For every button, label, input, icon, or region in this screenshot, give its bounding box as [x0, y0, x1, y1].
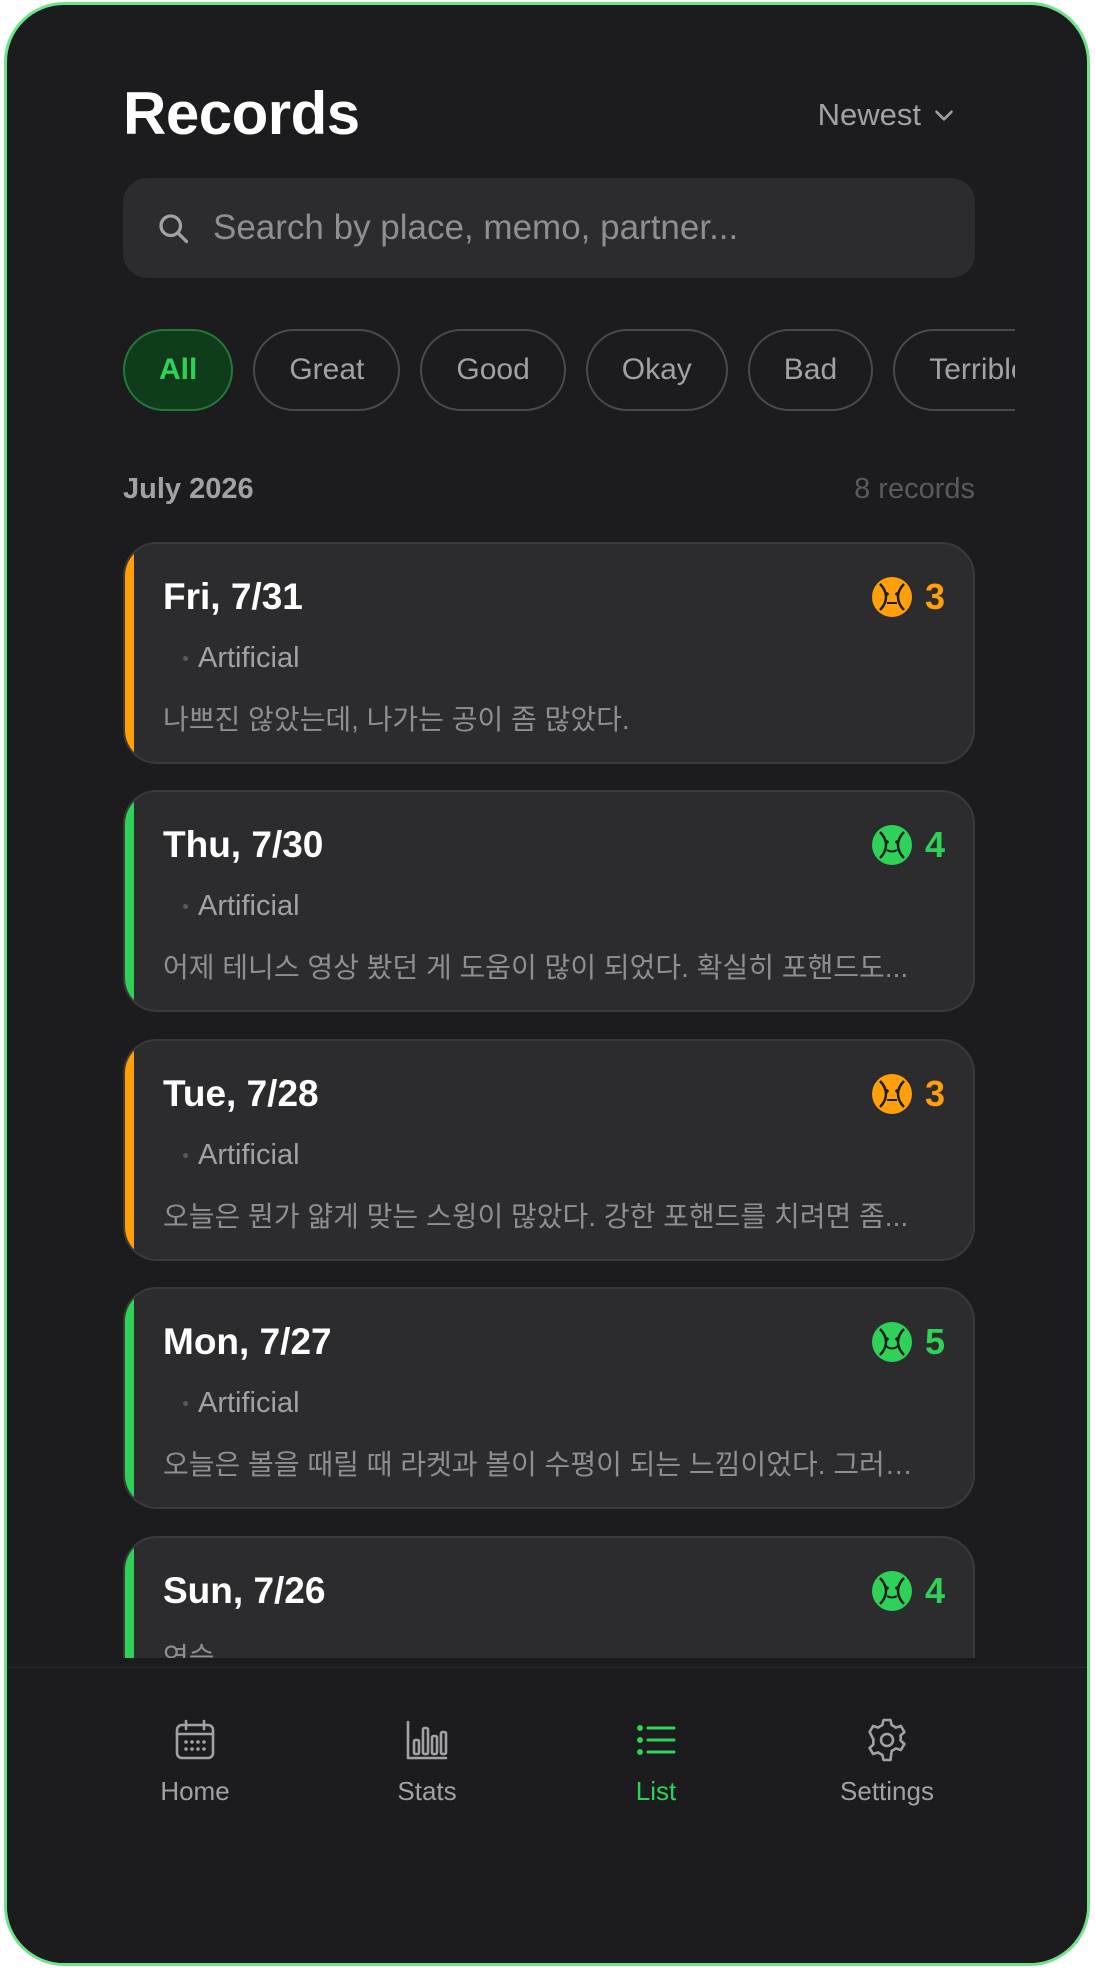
app-screen: Records Newest All Great Good Okay Bad T…: [4, 2, 1090, 1966]
month-label: July 2026: [123, 473, 254, 505]
filter-chip-label: Terrible: [929, 353, 1015, 386]
separator-dot: [183, 904, 188, 909]
tab-label: List: [635, 1776, 677, 1806]
page-title: Records: [123, 80, 360, 147]
filter-chip-terrible[interactable]: Terrible: [893, 329, 1015, 411]
search-icon: [159, 214, 189, 244]
record-memo: 오늘은 뭔가 얇게 맞는 스윙이 많았다. 강한 포핸드를 치려면 좀...: [163, 1201, 909, 1232]
surface-label: Artificial: [198, 642, 300, 674]
record-card[interactable]: Sun, 7/26 4 연습: [123, 1536, 975, 1658]
tab-settings[interactable]: Settings: [797, 1716, 977, 1807]
search-input[interactable]: [213, 208, 975, 248]
list-icon: [637, 1725, 676, 1755]
rating-badge: 4: [871, 824, 945, 866]
header: Records Newest: [123, 79, 975, 149]
tennis-ball-icon: [871, 577, 912, 617]
record-memo: 나쁘진 않았는데, 나가는 공이 좀 많았다.: [163, 704, 630, 735]
record-card[interactable]: Mon, 7/27 5 Artificial 오늘은 볼을 때릴 때 라켓과 볼…: [123, 1287, 975, 1509]
record-memo: 오늘은 볼을 때릴 때 라켓과 볼이 수평이 되는 느낌이었다. 그러다가...: [163, 1449, 933, 1480]
rating-badge: 3: [871, 576, 945, 618]
calendar-icon: [175, 1719, 215, 1760]
rating-badge: 3: [871, 1073, 945, 1115]
separator-dot: [183, 656, 188, 661]
tennis-ball-icon: [871, 1571, 912, 1611]
tennis-ball-icon: [871, 1074, 912, 1114]
separator-dot: [183, 1153, 188, 1158]
tennis-ball-icon: [871, 825, 912, 865]
filter-chip-all[interactable]: All: [123, 329, 234, 411]
court-surface: Artificial: [183, 1387, 300, 1420]
record-date: Thu, 7/30: [163, 824, 324, 865]
surface-label: Artificial: [198, 1387, 300, 1419]
rating-color-stripe: [125, 1538, 134, 1658]
rating-color-stripe: [125, 792, 134, 1010]
surface-label: Artificial: [198, 890, 300, 922]
filter-chip-great[interactable]: Great: [253, 329, 401, 411]
tab-home[interactable]: Home: [105, 1716, 285, 1807]
record-card[interactable]: Tue, 7/28 3 Artificial 오늘은 뭔가 얇게 맞는 스윙이 …: [123, 1039, 975, 1261]
chevron-down-icon: [935, 110, 953, 121]
record-date: Mon, 7/27: [163, 1321, 332, 1362]
search-bar[interactable]: [123, 178, 975, 278]
court-surface: Artificial: [183, 890, 300, 923]
record-card[interactable]: Thu, 7/30 4 Artificial 어제 테니스 영상 봤던 게 도움…: [123, 790, 975, 1012]
filter-chip-label: Okay: [621, 353, 692, 386]
filter-chip-label: Great: [289, 353, 365, 386]
record-date: Tue, 7/28: [163, 1073, 319, 1114]
rating-badge: 5: [871, 1321, 945, 1363]
tab-label: Home: [160, 1776, 230, 1806]
record-memo: 어제 테니스 영상 봤던 게 도움이 많이 되었다. 확실히 포핸드도...: [163, 952, 909, 983]
rating-value: 4: [924, 1570, 945, 1611]
bottom-tab-bar: Home Stats List Settings: [7, 1667, 1087, 1963]
filter-chip-label: Bad: [783, 353, 838, 386]
rating-value: 5: [924, 1321, 945, 1362]
filter-chip-label: Good: [456, 353, 530, 386]
record-card[interactable]: Fri, 7/31 3 Artificial 나쁘진 않았는데, 나가는 공이 …: [123, 542, 975, 764]
tab-stats[interactable]: Stats: [337, 1716, 517, 1807]
filter-chip-good[interactable]: Good: [420, 329, 566, 411]
tab-label: Settings: [840, 1776, 934, 1806]
filter-chip-bad[interactable]: Bad: [747, 329, 874, 411]
surface-label: Artificial: [198, 1139, 300, 1171]
tab-label: Stats: [397, 1776, 457, 1806]
sort-label: Newest: [817, 97, 921, 132]
month-section-header: July 2026 8 records: [123, 473, 975, 506]
rating-value: 3: [924, 576, 945, 617]
filter-chip-label: All: [159, 353, 198, 386]
court-surface: Artificial: [183, 642, 300, 675]
tennis-ball-icon: [871, 1322, 912, 1362]
rating-value: 3: [924, 1073, 945, 1114]
rating-value: 4: [924, 824, 945, 865]
sort-dropdown[interactable]: Newest: [818, 97, 957, 133]
rating-color-stripe: [125, 1289, 134, 1507]
record-memo: 연습: [163, 1642, 215, 1658]
separator-dot: [183, 1401, 188, 1406]
rating-badge: 4: [871, 1570, 945, 1612]
record-count: 8 records: [854, 473, 975, 505]
bar-chart-icon: [406, 1720, 448, 1760]
rating-color-stripe: [125, 1041, 134, 1259]
filter-chips: All Great Good Okay Bad Terrible: [123, 329, 1015, 413]
filter-chip-okay[interactable]: Okay: [585, 329, 728, 411]
rating-color-stripe: [125, 544, 134, 762]
record-date: Fri, 7/31: [163, 576, 303, 617]
court-surface: Artificial: [183, 1139, 300, 1172]
tab-list[interactable]: List: [566, 1716, 746, 1807]
gear-icon: [868, 1718, 906, 1762]
record-list: Fri, 7/31 3 Artificial 나쁘진 않았는데, 나가는 공이 …: [123, 542, 975, 1658]
record-date: Sun, 7/26: [163, 1570, 326, 1611]
